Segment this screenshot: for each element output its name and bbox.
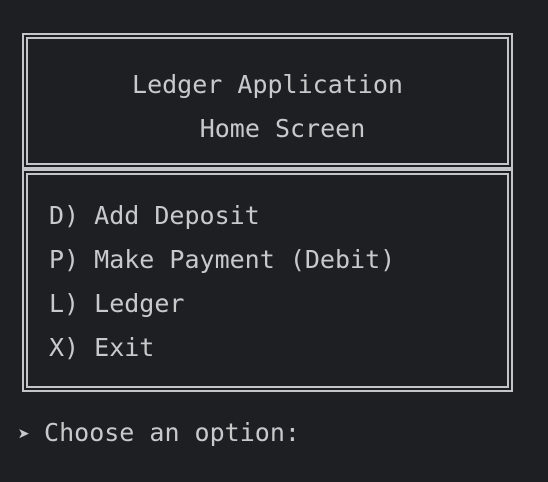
- prompt-text: Choose an option:: [44, 418, 300, 447]
- menu-box: D) Add Deposit P) Make Payment (Debit) L…: [22, 169, 513, 392]
- menu-item-exit: X) Exit: [49, 333, 155, 362]
- screen-subtitle: Home Screen: [199, 114, 366, 143]
- menu-item-ledger: L) Ledger: [49, 289, 185, 318]
- prompt-arrow-icon: ➤: [18, 422, 31, 446]
- menu-item-make-payment: P) Make Payment (Debit): [49, 245, 396, 274]
- menu-item-add-deposit: D) Add Deposit: [49, 201, 260, 230]
- input-prompt[interactable]: ➤ Choose an option:: [18, 418, 300, 449]
- header-box: Ledger Application Home Screen: [22, 33, 513, 169]
- app-title: Ledger Application: [132, 70, 403, 99]
